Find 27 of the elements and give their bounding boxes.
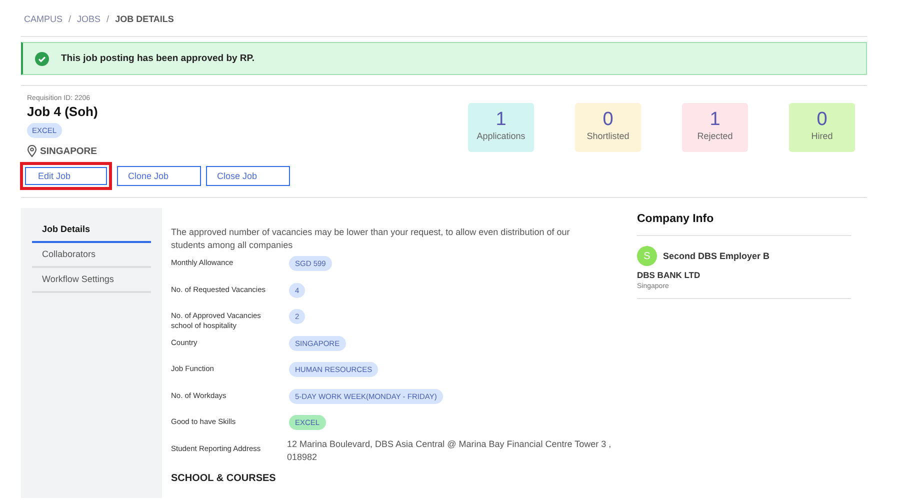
sidebar-tab[interactable]: Workflow Settings bbox=[32, 268, 151, 293]
company-info-heading: Company Info bbox=[637, 213, 851, 236]
job-location: SINGAPORE bbox=[40, 146, 98, 156]
job-title: Job 4 (Soh) bbox=[27, 104, 98, 119]
sidebar-tab[interactable]: Collaborators bbox=[32, 243, 151, 268]
breadcrumb-separator: / bbox=[68, 14, 72, 24]
breadcrumb-link[interactable]: JOBS bbox=[77, 14, 101, 24]
alert-message: This job posting has been approved by RP. bbox=[61, 53, 255, 64]
sidebar-tab[interactable]: Job Details bbox=[32, 218, 151, 243]
job-action-button[interactable]: Clone Job bbox=[117, 166, 201, 186]
stat-card: 0 Shortlisted bbox=[575, 103, 641, 152]
breadcrumb-link[interactable]: JOB DETAILS bbox=[115, 14, 174, 24]
breadcrumb-separator: / bbox=[106, 14, 110, 24]
company-name: DBS BANK LTD bbox=[637, 270, 702, 280]
job-action-button[interactable]: Close Job bbox=[206, 166, 290, 186]
stat-card: 1 Applications bbox=[468, 103, 534, 152]
stat-card: 0 Hired bbox=[789, 103, 855, 152]
check-circle-icon bbox=[35, 52, 49, 66]
field-value: 12 Marina Boulevard, DBS Asia Central @ Marina Bay Financial Centre Tower 3 , 018982 bbox=[287, 438, 612, 464]
avatar-circle: S bbox=[637, 246, 657, 266]
job-action-button[interactable]: Edit Job bbox=[20, 162, 112, 190]
vacancy-note: The approved number of vacancies may be lower than your request, to allow even distribution of our students among all companies bbox=[171, 226, 571, 252]
section-heading: SCHOOL & COURSES bbox=[171, 473, 277, 484]
breadcrumb-link[interactable]: CAMPUS bbox=[24, 14, 63, 24]
stat-card: 1 Rejected bbox=[682, 103, 748, 152]
employer-name: Second DBS Employer B bbox=[663, 251, 770, 261]
location-pin-icon bbox=[27, 145, 37, 157]
